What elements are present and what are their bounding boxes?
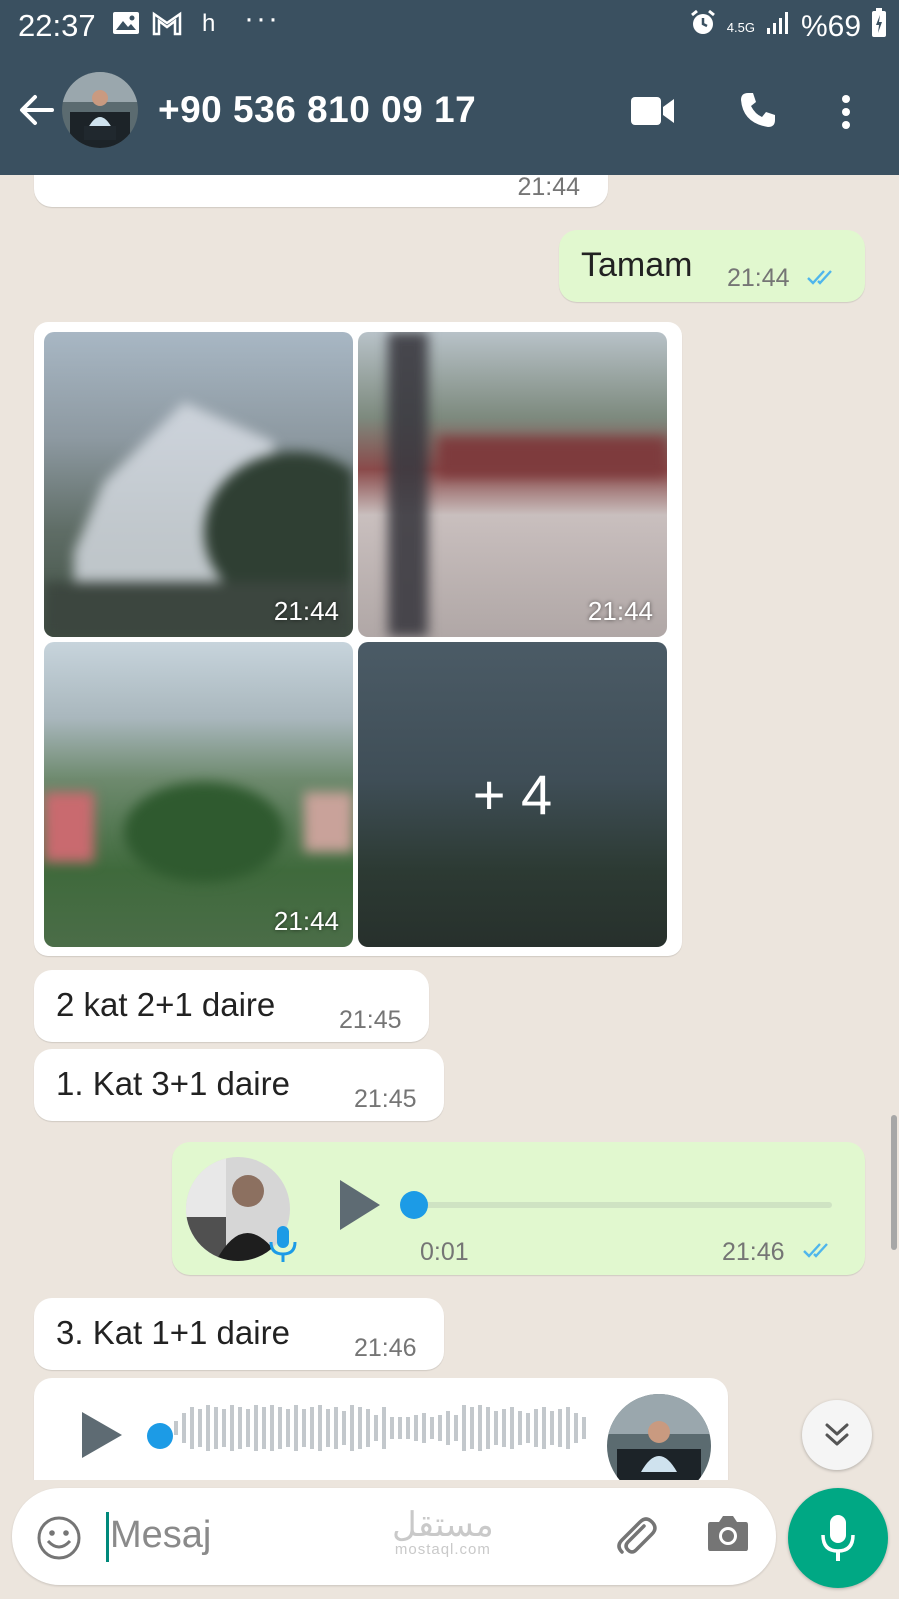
message-text: 1. Kat 3+1 daire (56, 1065, 290, 1102)
network-type: 4.5G (726, 19, 755, 35)
gmail-icon (152, 10, 182, 41)
message-time: 21:46 (722, 1238, 785, 1266)
message-time: 21:44 (517, 175, 580, 201)
read-receipt-icon (807, 270, 832, 285)
message-bubble[interactable]: 3. Kat 1+1 daire 21:46 (34, 1298, 444, 1370)
photo-thumbnail-1[interactable]: 21:44 (44, 332, 353, 637)
signal-icon (765, 10, 791, 44)
photo-time: 21:44 (587, 596, 653, 626)
chat-area[interactable]: 21:44 Tamam 21:44 21:44 21:44 21:44 + 4 … (0, 175, 899, 1480)
photo-thumbnail-2[interactable]: 21:44 (358, 332, 667, 637)
message-time: 21:45 (339, 1006, 402, 1034)
message-bubble-tamam[interactable]: Tamam 21:44 (559, 230, 865, 302)
message-bubble[interactable]: 2 kat 2+1 daire 21:45 (34, 970, 429, 1042)
message-time: 21:45 (354, 1085, 417, 1113)
message-time: 21:46 (354, 1334, 417, 1362)
read-receipt-icon (803, 1243, 828, 1258)
attach-icon[interactable] (610, 1510, 660, 1565)
voice-message-bubble-incoming[interactable] (34, 1378, 728, 1480)
voice-progress-track[interactable] (412, 1202, 832, 1208)
status-time: 22:37 (18, 8, 96, 43)
message-time: 21:44 (727, 264, 790, 292)
voice-progress-handle[interactable] (400, 1191, 428, 1219)
watermark-arabic: مستقل (392, 1506, 494, 1544)
photo-album-bubble[interactable]: 21:44 21:44 21:44 + 4 (34, 322, 682, 956)
scroll-to-bottom-button[interactable] (802, 1400, 872, 1470)
battery-percent: %69 (800, 10, 861, 43)
more-photos-count: + 4 (472, 763, 553, 826)
photo-time: 21:44 (273, 906, 339, 936)
camera-icon[interactable] (706, 1513, 750, 1558)
mic-badge-icon (269, 1226, 297, 1262)
notif-letter: h (202, 10, 216, 37)
sender-avatar (607, 1394, 711, 1480)
more-notifications-icon: ··· (244, 2, 280, 35)
voice-progress-handle[interactable] (147, 1423, 173, 1449)
voice-record-button[interactable] (788, 1488, 888, 1588)
more-vert-icon[interactable] (840, 94, 852, 135)
play-icon[interactable] (340, 1180, 380, 1230)
photo-time: 21:44 (273, 596, 339, 626)
status-bar: 22:37 h ··· 4.5G %69 (0, 0, 899, 52)
voice-waveform[interactable] (174, 1403, 599, 1453)
photo-thumbnail-3[interactable]: 21:44 (44, 642, 353, 947)
message-input[interactable]: Mesaj (110, 1514, 211, 1557)
watermark: مستقل mostaql.com (392, 1508, 494, 1557)
contact-name[interactable]: +90 536 810 09 17 (158, 89, 476, 131)
status-right: 4.5G %69 (689, 8, 887, 46)
phone-icon[interactable] (738, 90, 778, 135)
image-icon (112, 10, 140, 41)
message-bubble[interactable]: 1. Kat 3+1 daire 21:45 (34, 1049, 444, 1121)
chat-header: +90 536 810 09 17 (0, 52, 899, 175)
battery-icon (871, 8, 887, 46)
alarm-icon (689, 9, 717, 45)
watermark-sub: mostaql.com (394, 1541, 491, 1558)
message-bubble-partial[interactable]: 21:44 (34, 175, 608, 207)
message-composer: Mesaj مستقل mostaql.com (12, 1488, 776, 1585)
text-cursor (106, 1512, 109, 1562)
message-text: 3. Kat 1+1 daire (56, 1314, 290, 1351)
back-arrow-icon[interactable] (16, 90, 56, 135)
contact-avatar[interactable] (62, 72, 138, 148)
voice-duration: 0:01 (420, 1238, 469, 1266)
chevron-double-down-icon (825, 1423, 849, 1446)
play-icon[interactable] (82, 1412, 122, 1458)
emoji-icon[interactable] (36, 1515, 82, 1566)
video-call-icon[interactable] (630, 94, 676, 133)
scroll-indicator[interactable] (891, 1115, 897, 1250)
photo-thumbnail-more[interactable]: + 4 (358, 642, 667, 947)
message-text: Tamam (581, 246, 693, 284)
message-text: 2 kat 2+1 daire (56, 986, 276, 1023)
mic-icon (821, 1515, 855, 1561)
voice-message-bubble[interactable]: 0:01 21:46 (172, 1142, 865, 1275)
